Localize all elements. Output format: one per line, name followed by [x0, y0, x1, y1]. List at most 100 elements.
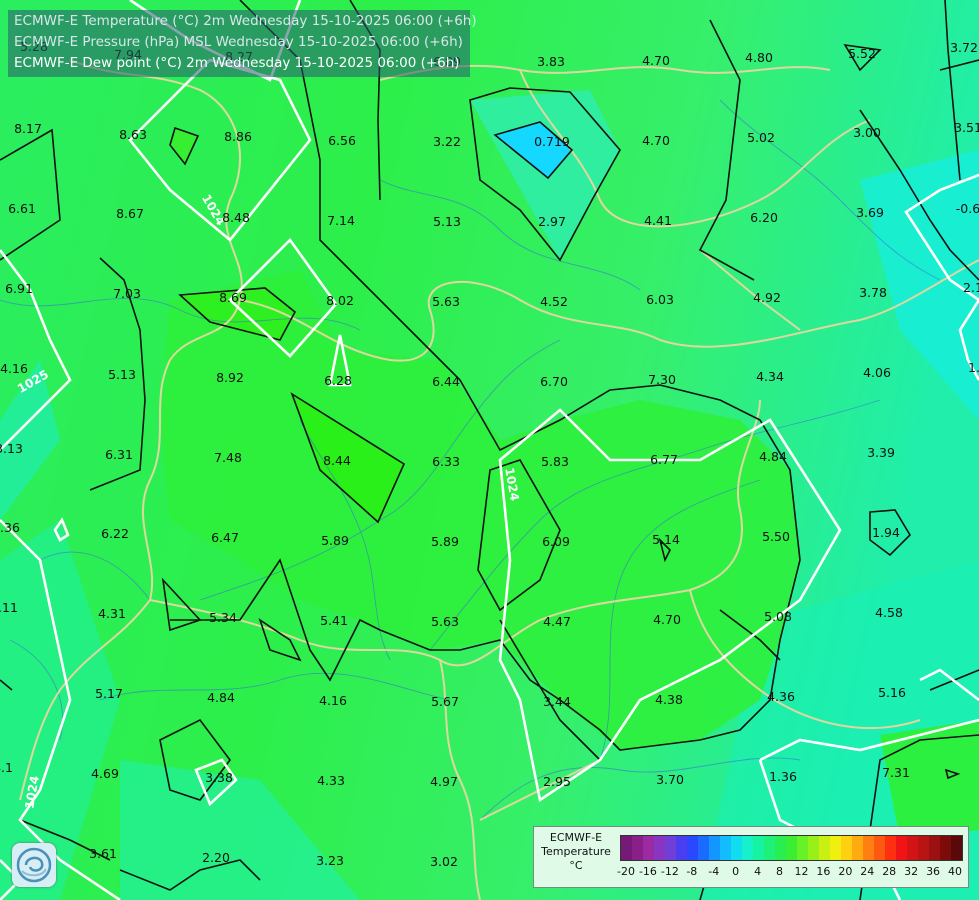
dewpoint-value: 4.47 [543, 614, 571, 629]
pressure-layer-title[interactable]: ECMWF-E Pressure (hPa) MSL Wednesday 15-… [14, 32, 464, 53]
legend-swatch [918, 836, 929, 860]
dewpoint-value: 5.89 [431, 534, 459, 549]
dewpoint-value: 4.41 [644, 213, 672, 228]
dewpoint-value: 8.92 [216, 370, 244, 385]
dewpoint-value: 3.22 [433, 134, 461, 149]
dewpoint-value: 7.14 [327, 213, 355, 228]
legend-title-model: ECMWF-E [549, 831, 603, 844]
legend-swatch [786, 836, 797, 860]
dewpoint-value: 5.14 [652, 532, 680, 547]
legend-swatch [830, 836, 841, 860]
legend-swatch [709, 836, 720, 860]
dewpoint-value: 4.33 [317, 773, 345, 788]
dewpoint-value: 4.70 [642, 53, 670, 68]
legend-tick-label: -4 [708, 865, 720, 878]
legend-swatch [665, 836, 676, 860]
dewpoint-value: 4.80 [745, 50, 773, 65]
dewpoint-value: 6.22 [101, 526, 129, 541]
dewpoint-value: 5.41 [320, 613, 348, 628]
dewpoint-value: 8.69 [219, 290, 247, 305]
dewpoint-value: 5.08 [764, 609, 792, 624]
dewpoint-value: 4.16 [0, 361, 28, 376]
dewpoint-value: 5.67 [431, 694, 459, 709]
dewpoint-value: 8.63 [119, 127, 147, 142]
dewpoint-value: 7.30 [648, 372, 676, 387]
dewpoint-value: 6.09 [542, 534, 570, 549]
dewpoint-value: 5.52 [848, 46, 876, 61]
dewpoint-value: 3.36 [0, 520, 20, 535]
legend-swatch [654, 836, 665, 860]
dewpoint-value: 6.47 [211, 530, 239, 545]
legend-swatch [797, 836, 808, 860]
legend-title-unit: °C [569, 859, 583, 872]
legend-tick-label: 12 [794, 865, 809, 878]
dewpoint-value: 8.02 [326, 293, 354, 308]
legend-swatch [874, 836, 885, 860]
dewpoint-value: 6.03 [646, 292, 674, 307]
legend-swatch [764, 836, 775, 860]
dewpoint-value: 3.61 [89, 846, 117, 861]
dewpoint-value: 3.39 [867, 445, 895, 460]
dewpoint-value: 1.94 [872, 525, 900, 540]
dewpoint-value: 5.50 [762, 529, 790, 544]
dewpoint-value: 5.13 [108, 367, 136, 382]
dewpoint-value: 4.34 [756, 369, 784, 384]
dewpoint-value: 5.63 [431, 614, 459, 629]
legend-swatch [775, 836, 786, 860]
dewpoint-value: 4.58 [875, 605, 903, 620]
legend-swatch [852, 836, 863, 860]
dewpoint-value: 5.02 [747, 130, 775, 145]
legend-tick-label: 4 [754, 865, 762, 878]
dewpoint-value: 4.31 [98, 606, 126, 621]
dewpoint-value: 6.70 [540, 374, 568, 389]
dewpoint-value: 8.44 [323, 453, 351, 468]
dewpoint-value: 6.20 [750, 210, 778, 225]
legend-swatch [676, 836, 687, 860]
dewpoint-value: 8.48 [222, 210, 250, 225]
legend-swatch [720, 836, 731, 860]
legend-swatch [841, 836, 852, 860]
dewpoint-value: 3.00 [853, 125, 881, 140]
legend-swatch [940, 836, 951, 860]
legend-tick-label: 0 [732, 865, 740, 878]
dewpoint-value: 3.23 [316, 853, 344, 868]
dewpoint-value: 7.31 [882, 765, 910, 780]
dewpoint-value: 4.16 [319, 693, 347, 708]
dewpoint-value: 8.67 [116, 206, 144, 221]
dewpoint-value: 4.70 [642, 133, 670, 148]
dewpoint-value: 5.11 [0, 600, 18, 615]
legend-tick-label: 20 [838, 865, 853, 878]
legend-swatch [632, 836, 643, 860]
dewpoint-value: 5.17 [95, 686, 123, 701]
legend-swatch [885, 836, 896, 860]
legend-tick-label: 8 [776, 865, 784, 878]
dewpoint-value: 5.83 [541, 454, 569, 469]
dewpoint-value: 4.70 [653, 612, 681, 627]
dewpoint-layer-title[interactable]: ECMWF-E Dew point (°C) 2m Wednesday 15-1… [14, 53, 464, 74]
dewpoint-value: 4.1 [0, 760, 13, 775]
ecmwf-logo-icon [12, 843, 56, 887]
dewpoint-value: 6.44 [432, 374, 460, 389]
legend-swatch [742, 836, 753, 860]
legend-tick-label: -16 [638, 865, 657, 878]
dewpoint-value: 7.48 [214, 450, 242, 465]
dewpoint-value: 2.1 [963, 280, 979, 295]
legend-swatch [753, 836, 764, 860]
dewpoint-value: 8.17 [14, 121, 42, 136]
layer-titles: ECMWF-E Temperature (°C) 2m Wednesday 15… [8, 10, 477, 77]
dewpoint-value: 6.56 [328, 133, 356, 148]
dewpoint-value: 3.70 [656, 772, 684, 787]
legend-swatch [896, 836, 907, 860]
dewpoint-value: 2.95 [543, 774, 571, 789]
dewpoint-value: 1. [968, 360, 979, 375]
dewpoint-value: 5.63 [432, 294, 460, 309]
legend-swatch [698, 836, 709, 860]
dewpoint-value: 3.69 [856, 205, 884, 220]
legend-tick-label: -8 [686, 865, 698, 878]
legend-tick-label: 24 [860, 865, 875, 878]
weather-map[interactable]: 1024102510241024 5.287.948.276.893.834.7… [0, 0, 979, 900]
dewpoint-value: 3.44 [543, 694, 571, 709]
dewpoint-value: 4.38 [655, 692, 683, 707]
temperature-layer-title[interactable]: ECMWF-E Temperature (°C) 2m Wednesday 15… [14, 11, 477, 32]
dewpoint-value: 4.84 [207, 690, 235, 705]
